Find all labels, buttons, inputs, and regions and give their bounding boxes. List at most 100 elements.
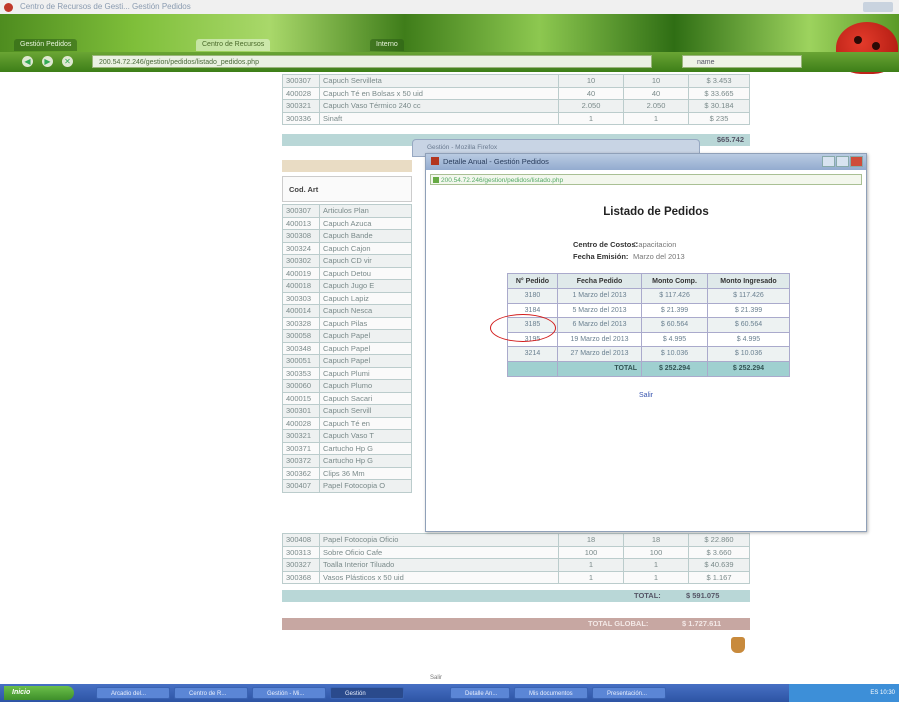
taskbar-item-3[interactable]: Gestión - Mi... xyxy=(252,687,326,699)
table-row: 300303 Capuch Lapiz xyxy=(282,291,412,305)
taskbar-item-7[interactable]: Presentación... xyxy=(592,687,666,699)
minimize-icon[interactable] xyxy=(822,156,835,167)
window-title: Centro de Recursos de Gesti... Gestión P… xyxy=(20,2,191,11)
qty-requested: 18 xyxy=(558,533,624,547)
amount: $ 33.665 xyxy=(688,86,750,100)
order-date: 6 Marzo del 2013 xyxy=(556,317,643,333)
amount: $ 1.167 xyxy=(688,570,750,584)
table-row: 400028 Capuch Té en xyxy=(282,416,412,430)
article-code: 300060 xyxy=(282,379,320,393)
taskbar-item-1[interactable]: Arcadio del... xyxy=(96,687,170,699)
popup-back-title: Gestión - Mozilla Firefox xyxy=(427,144,498,151)
forward-icon[interactable]: ▶ xyxy=(42,56,53,67)
article-desc: Capuch Té en Bolsas x 50 uid xyxy=(319,86,559,100)
article-desc: Capuch Plumo xyxy=(319,379,412,393)
article-code: 400028 xyxy=(282,86,320,100)
qty-requested: 40 xyxy=(558,86,624,100)
window-controls[interactable] xyxy=(863,2,893,12)
article-desc: Vasos Plásticos x 50 uid xyxy=(319,570,559,584)
orders-total-ing: $ 252.294 xyxy=(706,360,791,377)
maximize-icon[interactable] xyxy=(836,156,849,167)
article-desc: Capuch Sacari xyxy=(319,391,412,405)
article-code: 300348 xyxy=(282,341,320,355)
taskbar: Inicio Arcadio del... Centro de R... Ges… xyxy=(0,684,899,702)
back-top-total: $65.742 xyxy=(716,135,744,144)
table-row: 300313 Sobre Oficio Cafe 100 100 $ 3.660 xyxy=(282,545,750,559)
order-number: 3214 xyxy=(507,346,558,362)
article-desc: Capuch Papel xyxy=(319,354,412,368)
article-desc: Articulos Plan xyxy=(319,204,412,218)
order-date: 19 Marzo del 2013 xyxy=(556,331,643,347)
amount: $ 235 xyxy=(688,111,750,125)
amount: $ 3.453 xyxy=(688,74,750,88)
taskbar-item-5[interactable]: Detalle An... xyxy=(450,687,510,699)
article-desc: Clips 36 Mm xyxy=(319,466,412,480)
back-list-table: 300307 Articulos Plan 400013 Capuch Azuca 30… xyxy=(282,204,412,493)
article-code: 300321 xyxy=(282,99,320,113)
taskbar-item-2[interactable]: Centro de R... xyxy=(174,687,248,699)
salir-link[interactable]: Salir xyxy=(634,392,658,399)
taskbar-item-4[interactable]: Gestión xyxy=(330,687,404,699)
article-code: 300353 xyxy=(282,366,320,380)
table-row: 300327 Toalla Interior Tiluado 1 1 $ 40.639 xyxy=(282,558,750,572)
qty-delivered: 18 xyxy=(623,533,689,547)
article-desc: Capuch Papel xyxy=(319,341,412,355)
table-row: 300372 Cartucho Hp G xyxy=(282,454,412,468)
close-icon[interactable] xyxy=(850,156,863,167)
article-code: 400018 xyxy=(282,279,320,293)
tab-interno[interactable]: Interno xyxy=(370,39,404,51)
table-row: 400018 Capuch Jugo E xyxy=(282,279,412,293)
firefox-icon xyxy=(431,157,439,165)
article-desc: Capuch Jugo E xyxy=(319,279,412,293)
article-code: 300324 xyxy=(282,241,320,255)
article-code: 400015 xyxy=(282,391,320,405)
amount: $ 3.660 xyxy=(688,545,750,559)
order-row: 3180 1 Marzo del 2013 $ 117.426 $ 117.426 xyxy=(507,288,791,304)
order-date: 27 Marzo del 2013 xyxy=(556,346,643,362)
total-label: TOTAL: xyxy=(634,591,661,600)
centro-value: Capacitacion xyxy=(633,240,677,249)
article-desc: Capuch Azuca xyxy=(319,216,412,230)
table-row: 400013 Capuch Azuca xyxy=(282,216,412,230)
table-row: 300321 Capuch Vaso T xyxy=(282,429,412,443)
article-code: 300408 xyxy=(282,533,320,547)
start-button[interactable]: Inicio xyxy=(4,686,74,700)
tab-gestion[interactable]: Gestión Pedidos xyxy=(14,39,78,51)
article-code: 400028 xyxy=(282,416,320,430)
article-code: 300407 xyxy=(282,479,320,493)
reload-icon[interactable]: ✕ xyxy=(62,56,73,67)
article-desc: Capuch Vaso T xyxy=(319,429,412,443)
fecha-value: Marzo del 2013 xyxy=(633,252,685,261)
back-icon[interactable]: ◀ xyxy=(22,56,33,67)
article-desc: Capuch Papel xyxy=(319,329,412,343)
table-row: 400015 Capuch Sacari xyxy=(282,391,412,405)
status-hint: Salir xyxy=(430,675,443,681)
table-row: 300060 Capuch Plumo xyxy=(282,379,412,393)
search-input[interactable]: name xyxy=(682,55,802,68)
popup-url-bar[interactable]: 200.54.72.246/gestion/pedidos/listado.ph… xyxy=(430,174,862,185)
table-row: 300371 Cartucho Hp G xyxy=(282,441,412,455)
col-header-monto-comp: Monto Comp. xyxy=(641,273,708,289)
tab-centro[interactable]: Centro de Recursos xyxy=(196,39,271,51)
article-code: 300051 xyxy=(282,354,320,368)
qty-requested: 2.050 xyxy=(558,99,624,113)
table-row: 300368 Vasos Plásticos x 50 uid 1 1 $ 1.167 xyxy=(282,570,750,584)
article-code: 400014 xyxy=(282,304,320,318)
article-code: 300303 xyxy=(282,291,320,305)
popup-titlebar: Detalle Anual - Gestión Pedidos xyxy=(426,154,866,170)
qty-delivered: 2.050 xyxy=(623,99,689,113)
article-code: 400019 xyxy=(282,266,320,280)
article-code: 300371 xyxy=(282,441,320,455)
article-code: 300336 xyxy=(282,111,320,125)
orders-total-row: TOTAL $ 252.294 $ 252.294 xyxy=(507,360,791,377)
article-code: 300301 xyxy=(282,404,320,418)
popup-window-controls xyxy=(821,156,863,168)
table-row: 300336 Sinaft 1 1 $ 235 xyxy=(282,111,750,125)
system-tray: ES 10:30 xyxy=(789,684,899,702)
highlight-circle xyxy=(490,314,556,342)
taskbar-item-6[interactable]: Mis documentos xyxy=(514,687,588,699)
article-code: 300321 xyxy=(282,429,320,443)
article-code: 300307 xyxy=(282,204,320,218)
url-input[interactable]: 200.54.72.246/gestion/pedidos/listado_pe… xyxy=(92,55,652,68)
amount: $ 40.639 xyxy=(688,558,750,572)
